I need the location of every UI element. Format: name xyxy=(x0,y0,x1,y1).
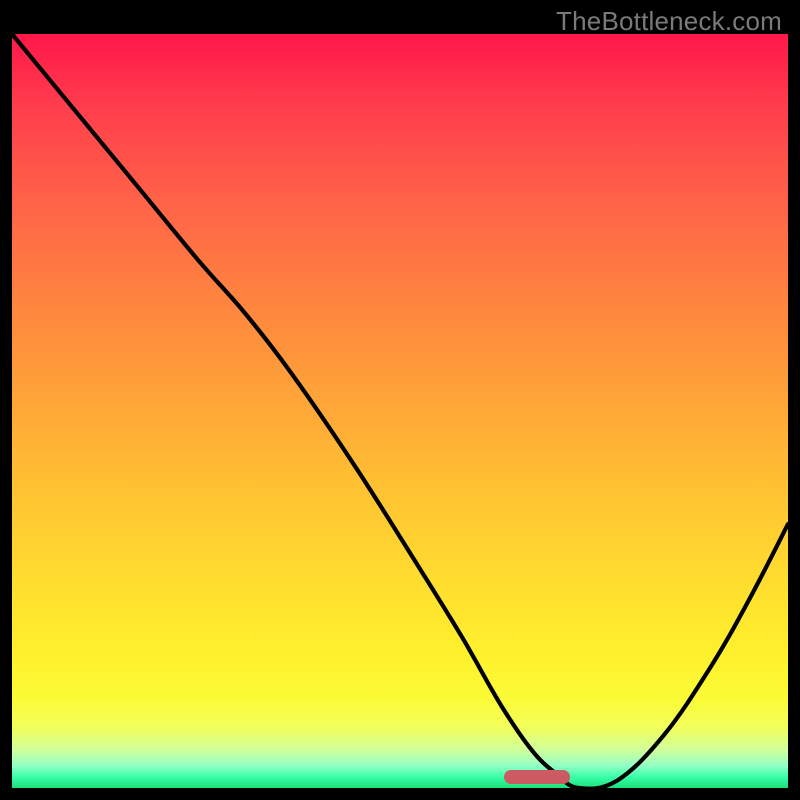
optimal-range-marker xyxy=(504,770,570,784)
watermark-text: TheBottleneck.com xyxy=(556,6,782,37)
curve-path xyxy=(12,34,788,789)
bottleneck-curve xyxy=(12,34,788,788)
